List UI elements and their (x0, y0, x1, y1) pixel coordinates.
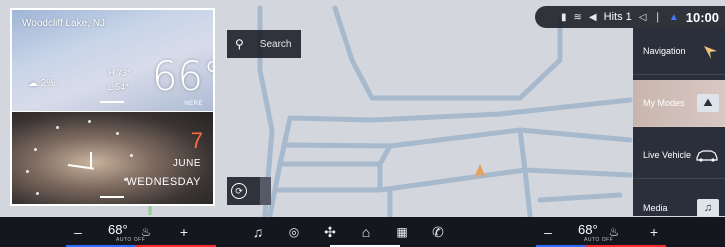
current-temperature: 66° (152, 54, 213, 100)
menu-item-my-modes[interactable]: My Modes ⛰ (633, 80, 725, 127)
clock-mark (34, 148, 37, 151)
radio-signal-icon: ◀ (588, 11, 597, 23)
fan-icon[interactable]: ✣ (318, 217, 342, 247)
left-auto-status: AUTO OFF (116, 237, 146, 243)
right-temp-up-button[interactable]: + (642, 217, 666, 247)
date-day: 7 (190, 128, 203, 153)
widgets-panel: Woodcliff Lake, NJ ☁ 2% H 73° L 54° 66° … (10, 8, 215, 206)
clock-mark (116, 132, 119, 135)
music-icon[interactable]: ♫ (246, 217, 270, 247)
home-icon[interactable]: ⌂ (354, 217, 378, 247)
left-temperature[interactable]: 68° (108, 222, 128, 237)
search-label: Search (259, 38, 292, 50)
right-menu: Navigation My Modes ⛰ Live Vehicle Media… (633, 28, 725, 217)
high-temp: H 73° (108, 68, 131, 78)
page-indicator (100, 101, 124, 103)
media-source: Hits 1 (603, 11, 632, 23)
compass-icon: ⟳ (231, 183, 247, 199)
clock-mark (88, 120, 91, 123)
date-clock-widget[interactable]: 7 JUNE WEDNESDAY (10, 112, 215, 206)
compass-nav-icon[interactable]: ◎ (282, 217, 306, 247)
cloud-rain-icon: ☁ (28, 78, 38, 89)
left-temp-down-button[interactable]: – (66, 217, 90, 247)
clock-minute-hand (90, 152, 92, 168)
left-temp-up-button[interactable]: + (172, 217, 196, 247)
vehicle-position-marker (474, 164, 486, 178)
bottom-bar: – 68° ♨ AUTO OFF + ♫ ◎ ✣ ⌂ ▦ ✆ – 68° ♨ A… (0, 217, 725, 247)
menu-item-label: My Modes (643, 98, 685, 108)
menu-item-label: Live Vehicle (643, 150, 692, 160)
clock-mark (36, 192, 39, 195)
right-temp-down-button[interactable]: – (536, 217, 560, 247)
car-icon (696, 150, 718, 162)
clock-mark (26, 170, 29, 173)
menu-item-live-vehicle[interactable]: Live Vehicle (633, 132, 725, 179)
signal-icon: ≋ (573, 11, 582, 23)
mountain-icon: ⛰ (697, 94, 719, 112)
weather-widget[interactable]: Woodcliff Lake, NJ ☁ 2% H 73° L 54° 66° … (10, 8, 215, 112)
weather-location: Woodcliff Lake, NJ (22, 18, 106, 29)
search-button[interactable]: ⚲ Search (227, 30, 301, 58)
phone-call-icon[interactable]: ✆ (426, 217, 450, 247)
volume-icon: ◁ (638, 11, 647, 23)
clock-mark (56, 126, 59, 129)
status-bar: ▮ ≋ ◀ Hits 1 ◁ ❘ ▲ 10:00 (535, 6, 725, 28)
menu-item-label: Media (643, 202, 668, 213)
page-indicator (100, 196, 124, 198)
date-month: JUNE (172, 158, 201, 169)
weather-source: HERE (184, 101, 203, 107)
music-note-icon: ♫ (697, 198, 719, 217)
orientation-strip (260, 177, 271, 205)
rain-chance: ☁ 2% (28, 78, 56, 89)
clock: 10:00 (685, 9, 719, 25)
phone-icon: ▮ (561, 11, 567, 23)
navigation-arrow-icon (704, 46, 717, 59)
right-auto-status: AUTO OFF (584, 237, 614, 243)
menu-item-navigation[interactable]: Navigation (633, 28, 725, 75)
apps-grid-icon[interactable]: ▦ (390, 217, 414, 247)
map-orientation-button[interactable]: ⟳ (227, 177, 271, 205)
infotainment-screen: ▮ ≋ ◀ Hits 1 ◁ ❘ ▲ 10:00 Woodcliff Lake,… (0, 0, 725, 247)
low-temp: L 54° (108, 82, 129, 92)
right-temperature[interactable]: 68° (578, 222, 598, 237)
date-weekday: WEDNESDAY (126, 176, 201, 188)
menu-item-label: Navigation (643, 46, 686, 56)
clock-mark (130, 154, 133, 157)
network-signal-icon: ▲ (668, 11, 679, 23)
microphone-icon: ❘ (653, 11, 662, 23)
search-icon: ⚲ (235, 37, 244, 51)
